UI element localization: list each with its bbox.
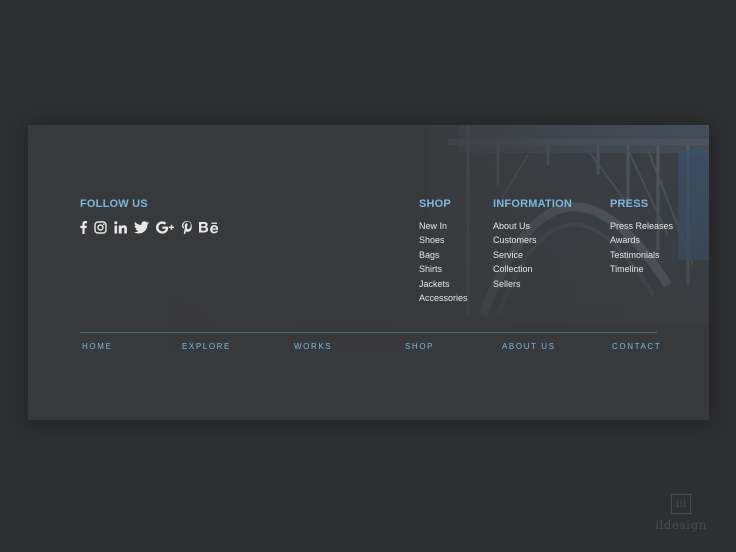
shop-column: SHOP New In Shoes Bags Shirts Jackets Ac… [419, 197, 468, 305]
footer-nav: HOME EXPLORE WORKS SHOP ABOUT US CONTACT [80, 341, 660, 353]
press-list: Press Releases Awards Testimonials Timel… [610, 219, 673, 277]
follow-us-section: FOLLOW US [80, 197, 219, 234]
designer-watermark: iii ildesign [646, 494, 716, 532]
press-column: PRESS Press Releases Awards Testimonials… [610, 197, 673, 277]
pinterest-icon[interactable] [182, 220, 192, 234]
nav-link-contact[interactable]: CONTACT [612, 341, 661, 353]
nav-link-works[interactable]: WORKS [294, 341, 332, 353]
linkedin-icon[interactable] [114, 220, 127, 234]
nav-link-explore[interactable]: EXPLORE [182, 341, 231, 353]
shop-link-shoes[interactable]: Shoes [419, 233, 468, 247]
information-link-collection[interactable]: Collection [493, 262, 572, 276]
shop-link-bags[interactable]: Bags [419, 248, 468, 262]
shop-link-jackets[interactable]: Jackets [419, 277, 468, 291]
information-list: About Us Customers Service Collection Se… [493, 219, 572, 291]
shop-title: SHOP [419, 198, 451, 210]
behance-icon[interactable] [199, 220, 219, 234]
information-link-about-us[interactable]: About Us [493, 219, 572, 233]
footer-card: FOLLOW US SHOP New In Shoes Bags Shirts … [28, 125, 709, 420]
press-link-testimonials[interactable]: Testimonials [610, 248, 673, 262]
instagram-icon[interactable] [94, 220, 107, 234]
shop-link-shirts[interactable]: Shirts [419, 262, 468, 276]
footer-divider [80, 332, 657, 333]
shop-list: New In Shoes Bags Shirts Jackets Accesso… [419, 219, 468, 305]
watermark-text: ildesign [655, 518, 707, 532]
press-title: PRESS [610, 198, 649, 210]
google-plus-icon[interactable] [156, 220, 175, 234]
press-link-press-releases[interactable]: Press Releases [610, 219, 673, 233]
social-icons [80, 220, 219, 234]
information-title: INFORMATION [493, 198, 572, 210]
press-link-timeline[interactable]: Timeline [610, 262, 673, 276]
facebook-icon[interactable] [80, 220, 87, 234]
twitter-icon[interactable] [134, 220, 149, 234]
nav-link-home[interactable]: HOME [82, 341, 112, 353]
watermark-logo: iii [671, 494, 691, 514]
nav-link-about-us[interactable]: ABOUT US [502, 341, 556, 353]
information-link-customers[interactable]: Customers [493, 233, 572, 247]
page-background: FOLLOW US SHOP New In Shoes Bags Shirts … [0, 0, 736, 552]
shop-link-new-in[interactable]: New In [419, 219, 468, 233]
follow-us-title: FOLLOW US [80, 198, 148, 210]
bridge-background-image [28, 125, 709, 420]
information-link-service[interactable]: Service [493, 248, 572, 262]
information-link-sellers[interactable]: Sellers [493, 277, 572, 291]
nav-link-shop[interactable]: SHOP [405, 341, 434, 353]
shop-link-accessories[interactable]: Accessories [419, 291, 468, 305]
press-link-awards[interactable]: Awards [610, 233, 673, 247]
information-column: INFORMATION About Us Customers Service C… [493, 197, 572, 291]
